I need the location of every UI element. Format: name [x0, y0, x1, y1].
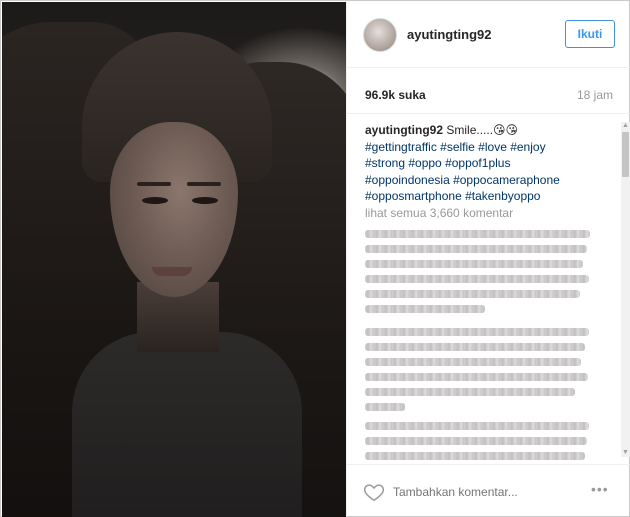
- post-time[interactable]: 18 jam: [577, 88, 613, 102]
- instagram-post-window: ayutingting92 Ikuti 96.9k suka 18 jam ay…: [0, 0, 630, 517]
- blurred-comment: [365, 422, 590, 464]
- photo-shape: [187, 182, 221, 186]
- add-comment-input[interactable]: [393, 483, 583, 501]
- likes-count[interactable]: 96.9k suka: [365, 88, 426, 102]
- caption-text: Smile.....😘😘: [446, 123, 519, 137]
- blurred-comment: [365, 328, 590, 418]
- post-details-panel: ayutingting92 Ikuti 96.9k suka 18 jam ay…: [346, 2, 630, 517]
- photo-shape: [72, 332, 302, 517]
- caption-username[interactable]: ayutingting92: [365, 123, 443, 137]
- photo-shape: [152, 267, 192, 276]
- caption-hashtags[interactable]: #gettingtraffic #selfie #love #enjoy: [365, 140, 546, 154]
- view-all-comments-link[interactable]: lihat semua 3,660 komentar: [365, 206, 513, 220]
- comments-scrollbar[interactable]: ▲ ▼: [621, 122, 630, 457]
- photo-shape: [142, 197, 168, 204]
- username-link[interactable]: ayutingting92: [407, 27, 492, 42]
- comments-section: ayutingting92 Smile.....😘😘 #gettingtraff…: [347, 114, 630, 464]
- scroll-thumb[interactable]: [622, 132, 629, 177]
- scroll-up-arrow-icon[interactable]: ▲: [622, 122, 629, 130]
- scroll-down-arrow-icon[interactable]: ▼: [622, 449, 629, 457]
- post-footer: •••: [347, 464, 630, 517]
- post-header: ayutingting92 Ikuti: [347, 2, 630, 68]
- heart-icon[interactable]: [363, 481, 385, 503]
- caption-hashtags[interactable]: #opposmartphone #takenbyoppo: [365, 189, 540, 203]
- photo-shape: [192, 197, 218, 204]
- caption-hashtags[interactable]: #strong #oppo #oppof1plus: [365, 156, 510, 170]
- likes-row: 96.9k suka 18 jam: [347, 68, 630, 114]
- more-options-icon[interactable]: •••: [591, 481, 609, 497]
- caption: ayutingting92 Smile.....😘😘 #gettingtraff…: [365, 122, 607, 205]
- post-photo[interactable]: [2, 2, 346, 517]
- avatar[interactable]: [363, 18, 397, 52]
- follow-button[interactable]: Ikuti: [565, 20, 615, 48]
- photo-shape: [137, 182, 171, 186]
- blurred-comment: [365, 230, 590, 320]
- caption-hashtags[interactable]: #oppoindonesia #oppocameraphone: [365, 173, 560, 187]
